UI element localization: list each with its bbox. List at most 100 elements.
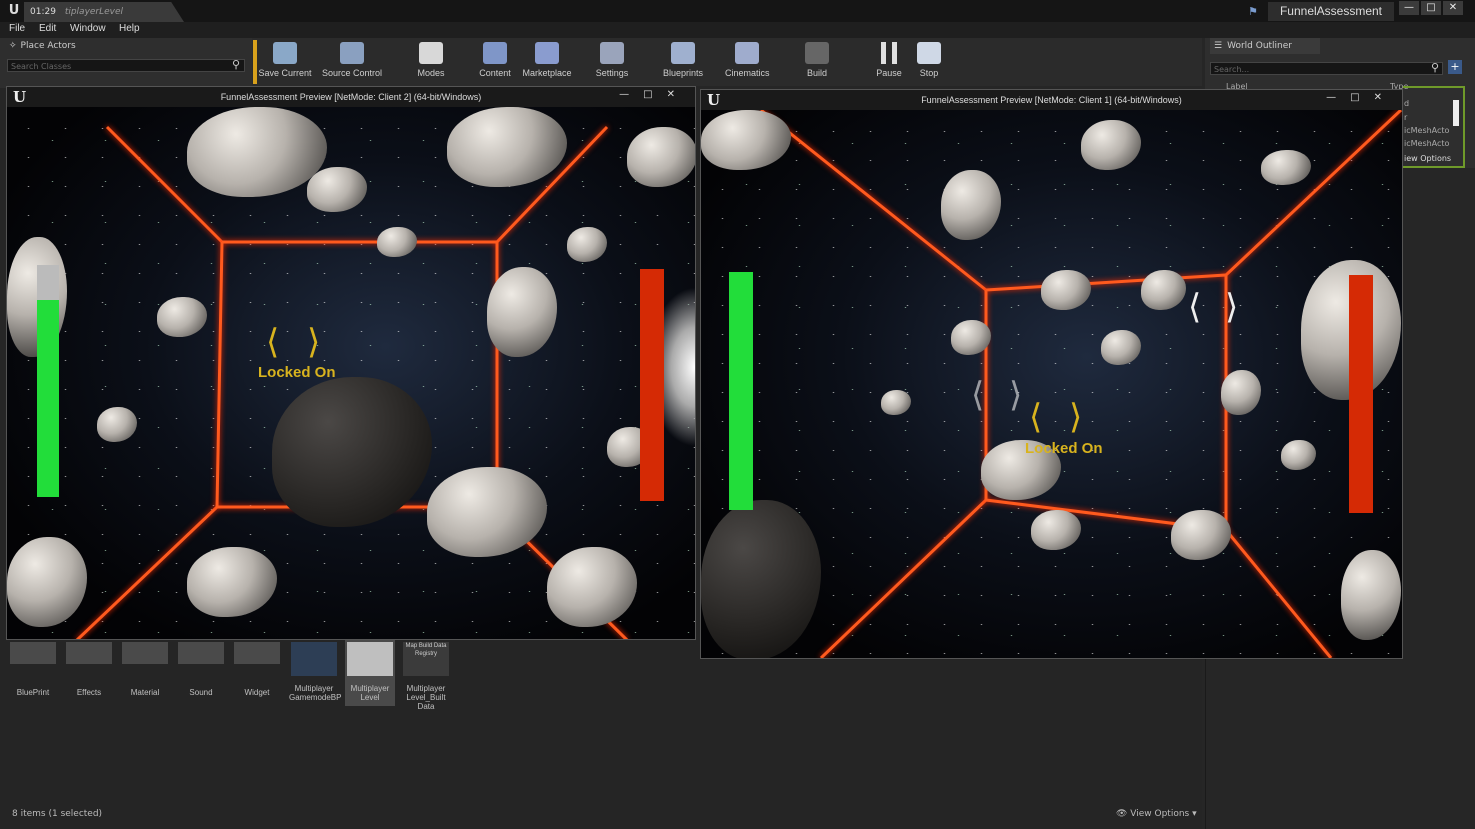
unreal-logo-icon: U	[707, 91, 721, 109]
asset-label: Sound	[189, 688, 213, 697]
client1-title: FunnelAssessment Preview [NetMode: Clien…	[921, 95, 1182, 105]
reticle-right-icon: ⟩	[1069, 397, 1083, 437]
asset-label: Multiplayer GamemodeBP	[289, 684, 342, 702]
asset-tile[interactable]: Multiplayer GamemodeBP	[289, 640, 342, 702]
menu-file[interactable]: File	[9, 23, 25, 34]
marketplace-button[interactable]: Marketplace	[519, 40, 575, 84]
outliner-row[interactable]: r	[1404, 113, 1407, 122]
source-control-icon	[340, 42, 364, 64]
menu-bar	[0, 22, 1475, 38]
client2-window-buttons[interactable]: —□✕	[619, 89, 689, 100]
modes-icon	[419, 42, 443, 64]
outliner-search-input[interactable]: Search...	[1210, 62, 1443, 75]
save-icon	[273, 42, 297, 64]
toolbar-label: Blueprints	[662, 68, 704, 78]
menu-edit[interactable]: Edit	[39, 23, 56, 34]
unreal-logo-icon: U	[13, 88, 27, 106]
search-icon: ⚲	[232, 58, 241, 71]
level-tab[interactable]: 01:29 tiplayerLevel	[24, 2, 184, 22]
blueprints-button[interactable]: Blueprints	[660, 40, 706, 84]
asset-label: Multiplayer Level	[350, 684, 390, 702]
client1-title-bar[interactable]: FunnelAssessment Preview [NetMode: Clien…	[701, 90, 1402, 110]
modes-button[interactable]: Modes	[413, 40, 449, 84]
asset-tile[interactable]: Sound	[176, 640, 226, 697]
toolbar-label: Save Current	[258, 68, 312, 78]
client2-game-viewport[interactable]: ⟨ ⟩ Locked On	[7, 107, 695, 639]
close-icon[interactable]: ✕	[1443, 1, 1463, 15]
toolbar-label: Marketplace	[522, 68, 572, 78]
level-name: tiplayerLevel	[64, 7, 124, 17]
enemy-health-fill	[1349, 275, 1373, 513]
reticle-left-icon: ⟨	[266, 322, 280, 362]
asset-label: Widget	[244, 688, 270, 697]
place-actors-tab[interactable]: ✧ Place Actors	[3, 38, 103, 54]
toolbar-label: Build	[806, 68, 827, 78]
settings-button[interactable]: Settings	[593, 40, 631, 84]
asset-thumbnail	[122, 642, 168, 664]
target-reticle-right-icon: ⟩	[1225, 287, 1239, 327]
client2-title-bar[interactable]: FunnelAssessment Preview [NetMode: Clien…	[7, 87, 695, 107]
cinematics-button[interactable]: Cinematics	[725, 40, 770, 84]
locked-on-text: Locked On	[1025, 440, 1103, 457]
asset-thumbnail	[234, 642, 280, 664]
asset-tile[interactable]: Multiplayer Level	[345, 640, 395, 706]
build-icon	[805, 42, 829, 64]
asset-tile[interactable]: BluePrint	[8, 640, 58, 697]
view-options-label: View Options	[1130, 809, 1190, 819]
maximize-icon[interactable]: □	[1421, 1, 1441, 15]
client1-preview-window[interactable]: FunnelAssessment Preview [NetMode: Clien…	[700, 89, 1403, 659]
save-current-button[interactable]: Save Current	[258, 40, 312, 84]
client2-preview-window[interactable]: FunnelAssessment Preview [NetMode: Clien…	[6, 86, 696, 640]
asset-thumbnail: Map Build Data Registry	[403, 642, 449, 676]
unreal-logo-icon: U	[8, 3, 20, 18]
pause-button[interactable]: Pause	[874, 40, 904, 84]
client1-window-buttons[interactable]: —□✕	[1326, 92, 1396, 103]
feedback-icon[interactable]: ⚑	[1248, 5, 1258, 18]
place-actors-icon: ✧	[9, 41, 17, 51]
outliner-search-icon: ⚲	[1431, 61, 1440, 74]
content-button[interactable]: Content	[476, 40, 514, 84]
player-health-fill	[729, 272, 753, 510]
toolbar-label: Content	[479, 68, 511, 78]
pause-icon	[881, 42, 897, 64]
stop-icon	[917, 42, 941, 64]
session-time: 01:29	[30, 7, 56, 17]
project-name: FunnelAssessment	[1268, 2, 1394, 21]
toolbar-accent	[253, 40, 257, 84]
outliner-scrollbar[interactable]	[1453, 100, 1459, 126]
player-health-bar	[37, 265, 59, 497]
outliner-view-options[interactable]: iew Options	[1404, 154, 1451, 163]
reticle-right-icon: ⟩	[307, 322, 321, 362]
client2-title: FunnelAssessment Preview [NetMode: Clien…	[220, 92, 482, 102]
menu-window[interactable]: Window	[70, 23, 106, 34]
asset-label: Multiplayer Level_Built Data	[406, 684, 446, 711]
search-classes-input[interactable]: Search Classes	[7, 59, 245, 72]
add-actor-icon[interactable]: +	[1448, 60, 1462, 74]
outliner-row[interactable]: icMeshActo	[1404, 139, 1449, 148]
player-health-fill	[37, 299, 59, 497]
reticle-left-icon: ⟨	[1029, 397, 1043, 437]
item-count: 8 items (1 selected)	[12, 809, 103, 819]
build-button[interactable]: Build	[805, 40, 829, 84]
stop-button[interactable]: Stop	[915, 40, 943, 84]
asset-thumbnail	[66, 642, 112, 664]
asset-thumbnail	[10, 642, 56, 664]
content-view-options[interactable]: 👁 View Options ▾	[1116, 809, 1197, 819]
chevron-down-icon: ▾	[1189, 809, 1197, 819]
asset-thumbnail	[291, 642, 337, 676]
menu-help[interactable]: Help	[119, 23, 140, 34]
minimize-icon[interactable]: —	[1399, 1, 1419, 15]
eye-icon: 👁	[1116, 809, 1131, 819]
client1-game-viewport[interactable]: ⟨ ⟩ ⟨ ⟩ ⟨ ⟩ Locked On	[701, 110, 1402, 658]
outliner-row[interactable]: d	[1404, 99, 1409, 108]
source-control-button[interactable]: Source Control	[320, 40, 384, 84]
place-actors-label: Place Actors	[20, 41, 76, 51]
target-reticle-left-icon: ⟨	[1188, 287, 1202, 327]
asset-tile[interactable]: Material	[120, 640, 170, 697]
outliner-row[interactable]: icMeshActo	[1404, 126, 1449, 135]
asset-tile[interactable]: Effects	[64, 640, 114, 697]
asset-tile[interactable]: Map Build Data Registry Multiplayer Level…	[401, 640, 451, 711]
world-outliner-label: World Outliner	[1227, 41, 1292, 51]
asset-tile[interactable]: Widget	[232, 640, 282, 697]
world-outliner-tab[interactable]: ☰ World Outliner	[1210, 38, 1320, 54]
